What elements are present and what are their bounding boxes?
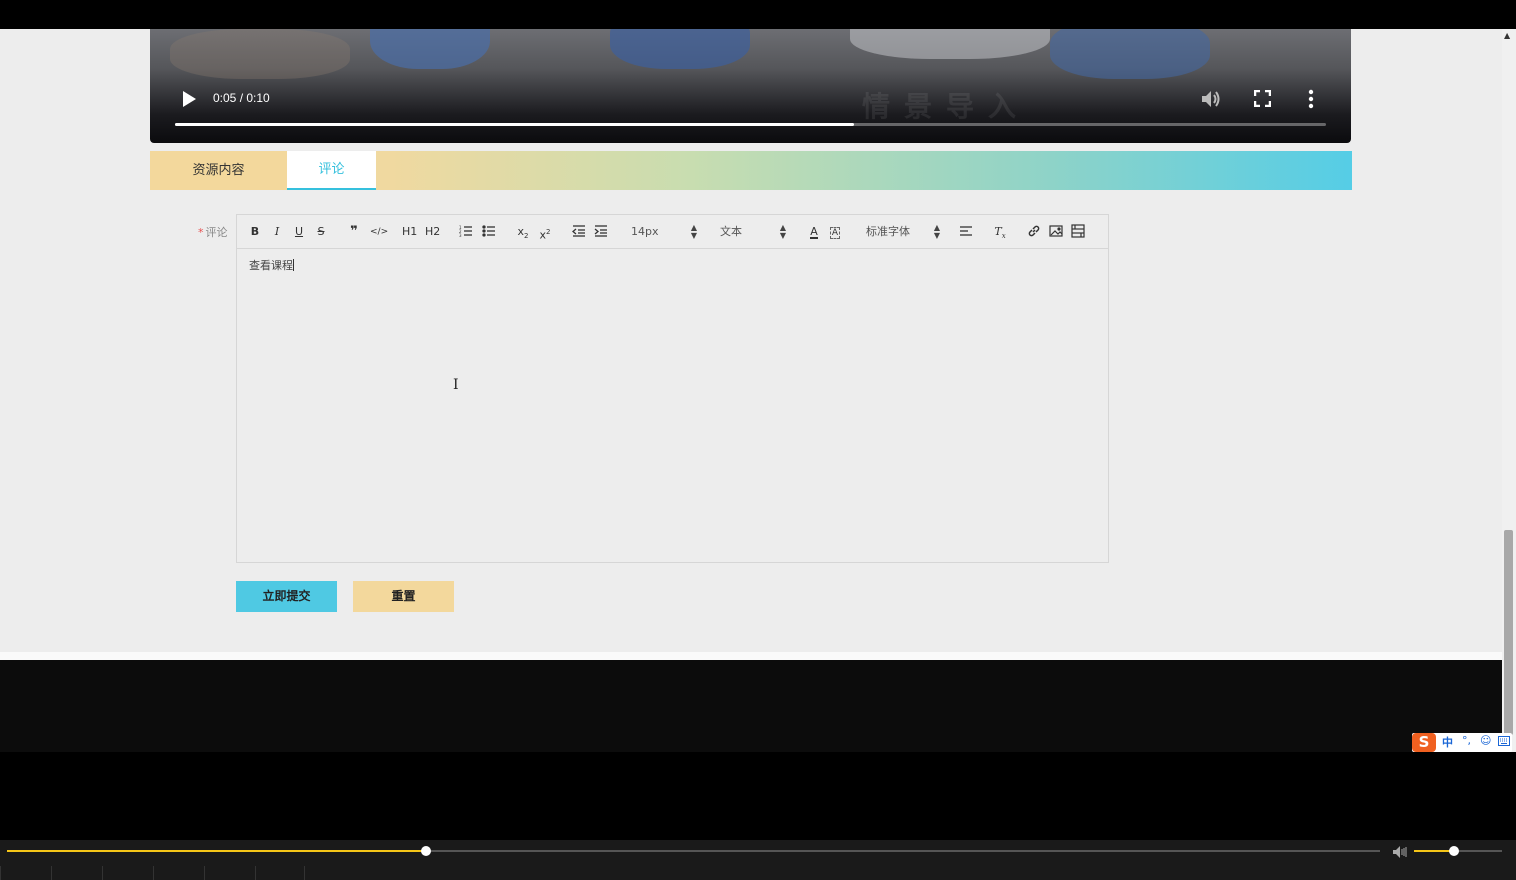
video-time: 0:05 / 0:10 bbox=[213, 91, 270, 105]
font-size-select[interactable]: 14px ▲ ▼ bbox=[631, 224, 697, 240]
heading-select[interactable]: 文本 ▲ ▼ bbox=[720, 224, 786, 240]
video-frame-shape bbox=[610, 29, 750, 69]
align-left-icon[interactable] bbox=[959, 224, 973, 240]
code-icon[interactable]: </> bbox=[370, 224, 388, 240]
media-player-controls bbox=[0, 840, 1516, 880]
background-color-icon[interactable]: A bbox=[828, 224, 842, 240]
video-player[interactable]: 情景导入 0:05 / 0:10 bbox=[150, 29, 1351, 143]
video-progress-fill bbox=[175, 123, 855, 126]
strikethrough-icon[interactable]: S bbox=[314, 224, 328, 240]
editor-text: 查看课程 bbox=[249, 259, 293, 272]
ime-toolbar[interactable]: S 中 °, ☺ bbox=[1412, 733, 1512, 752]
underline-icon[interactable]: U bbox=[292, 224, 306, 240]
italic-icon[interactable]: I bbox=[270, 224, 284, 240]
select-arrow-icon: ▲ ▼ bbox=[779, 223, 786, 240]
player-strip-cell bbox=[0, 866, 50, 880]
font-family-select[interactable]: 标准字体 ▲ ▼ bbox=[866, 224, 940, 240]
blockquote-icon[interactable]: ❞ bbox=[347, 224, 361, 240]
ime-keyboard-icon[interactable] bbox=[1498, 736, 1510, 749]
font-color-icon[interactable]: A bbox=[807, 224, 821, 240]
reset-button[interactable]: 重置 bbox=[353, 581, 454, 612]
player-strip-cell bbox=[51, 866, 101, 880]
image-icon[interactable] bbox=[1049, 224, 1063, 240]
font-size-value: 14px bbox=[631, 225, 659, 238]
top-black-bar bbox=[0, 0, 1516, 29]
comment-label: * 评论 bbox=[198, 224, 228, 240]
required-mark: * bbox=[198, 226, 204, 239]
indent-icon[interactable] bbox=[594, 224, 608, 240]
tab-bar: 资源内容 评论 bbox=[150, 151, 1352, 190]
ibeam-cursor-icon: I bbox=[453, 377, 459, 393]
video-frame-shape bbox=[1050, 29, 1210, 79]
outdent-icon[interactable] bbox=[572, 224, 586, 240]
player-volume-knob[interactable] bbox=[1448, 846, 1459, 856]
player-volume-slider[interactable] bbox=[1414, 846, 1502, 856]
ime-mode[interactable]: 中 bbox=[1442, 734, 1453, 750]
video-frame-shape bbox=[370, 29, 490, 69]
select-arrow-icon: ▲ ▼ bbox=[933, 223, 940, 240]
player-volume-fill bbox=[1414, 850, 1454, 852]
font-family-value: 标准字体 bbox=[866, 225, 910, 238]
page-bottom-border bbox=[0, 652, 1502, 660]
clear-format-icon[interactable]: Tx bbox=[993, 224, 1007, 240]
player-seek-knob[interactable] bbox=[420, 846, 431, 856]
bold-icon[interactable]: B bbox=[248, 224, 262, 240]
heading2-icon[interactable]: H2 bbox=[425, 224, 440, 240]
player-strip-cell bbox=[153, 866, 203, 880]
bullet-list-icon[interactable] bbox=[482, 224, 496, 240]
scrollbar-thumb[interactable] bbox=[1504, 530, 1513, 735]
comment-label-text: 评论 bbox=[205, 226, 228, 239]
player-bottom-strip bbox=[0, 866, 1516, 880]
editor-toolbar: B I U S ❞ </> H1 H2 123 x2 x2 14px ▲ ▼ 文本 ▲… bbox=[237, 215, 1108, 249]
video-progress-bar[interactable] bbox=[175, 123, 1326, 126]
volume-icon[interactable] bbox=[1200, 89, 1222, 109]
page-footer bbox=[0, 660, 1502, 752]
scroll-up-arrow-icon[interactable]: ▲ bbox=[1504, 31, 1510, 40]
svg-text:3: 3 bbox=[459, 233, 462, 238]
subscript-icon[interactable]: x2 bbox=[516, 224, 530, 240]
ordered-list-icon[interactable]: 123 bbox=[459, 224, 473, 240]
player-strip-cell bbox=[102, 866, 152, 880]
sogou-logo-icon[interactable]: S bbox=[1412, 733, 1436, 752]
tab-resource-content[interactable]: 资源内容 bbox=[150, 151, 287, 190]
select-arrow-icon: ▲ ▼ bbox=[690, 223, 697, 240]
player-seek-fill bbox=[7, 850, 426, 852]
submit-button[interactable]: 立即提交 bbox=[236, 581, 337, 612]
play-icon[interactable] bbox=[180, 89, 198, 109]
video-icon[interactable] bbox=[1071, 224, 1085, 240]
fullscreen-icon[interactable] bbox=[1253, 89, 1272, 108]
player-seek-bar[interactable] bbox=[7, 846, 1380, 856]
player-strip-cell bbox=[204, 866, 254, 880]
player-volume-icon[interactable] bbox=[1392, 844, 1408, 858]
page-content: 情景导入 0:05 / 0:10 资源内容 评论 * 评论 B I U S ❞ <… bbox=[0, 29, 1502, 652]
ime-emoji-icon[interactable]: ☺ bbox=[1480, 734, 1491, 747]
heading1-icon[interactable]: H1 bbox=[402, 224, 417, 240]
rich-text-editor[interactable]: B I U S ❞ </> H1 H2 123 x2 x2 14px ▲ ▼ 文本 ▲… bbox=[236, 214, 1109, 563]
editor-content[interactable]: 查看课程 bbox=[249, 257, 294, 273]
video-frame-shape bbox=[850, 29, 1050, 59]
text-caret bbox=[293, 259, 294, 271]
player-strip-cell bbox=[255, 866, 305, 880]
heading-value: 文本 bbox=[720, 225, 742, 238]
more-options-icon[interactable] bbox=[1307, 89, 1315, 109]
ime-punctuation[interactable]: °, bbox=[1462, 734, 1471, 747]
video-watermark: 情景导入 bbox=[862, 90, 1031, 123]
tab-comment[interactable]: 评论 bbox=[287, 151, 376, 190]
player-area bbox=[0, 752, 1516, 840]
link-icon[interactable] bbox=[1027, 224, 1041, 240]
superscript-icon[interactable]: x2 bbox=[538, 224, 552, 242]
video-frame-shape bbox=[170, 29, 350, 79]
